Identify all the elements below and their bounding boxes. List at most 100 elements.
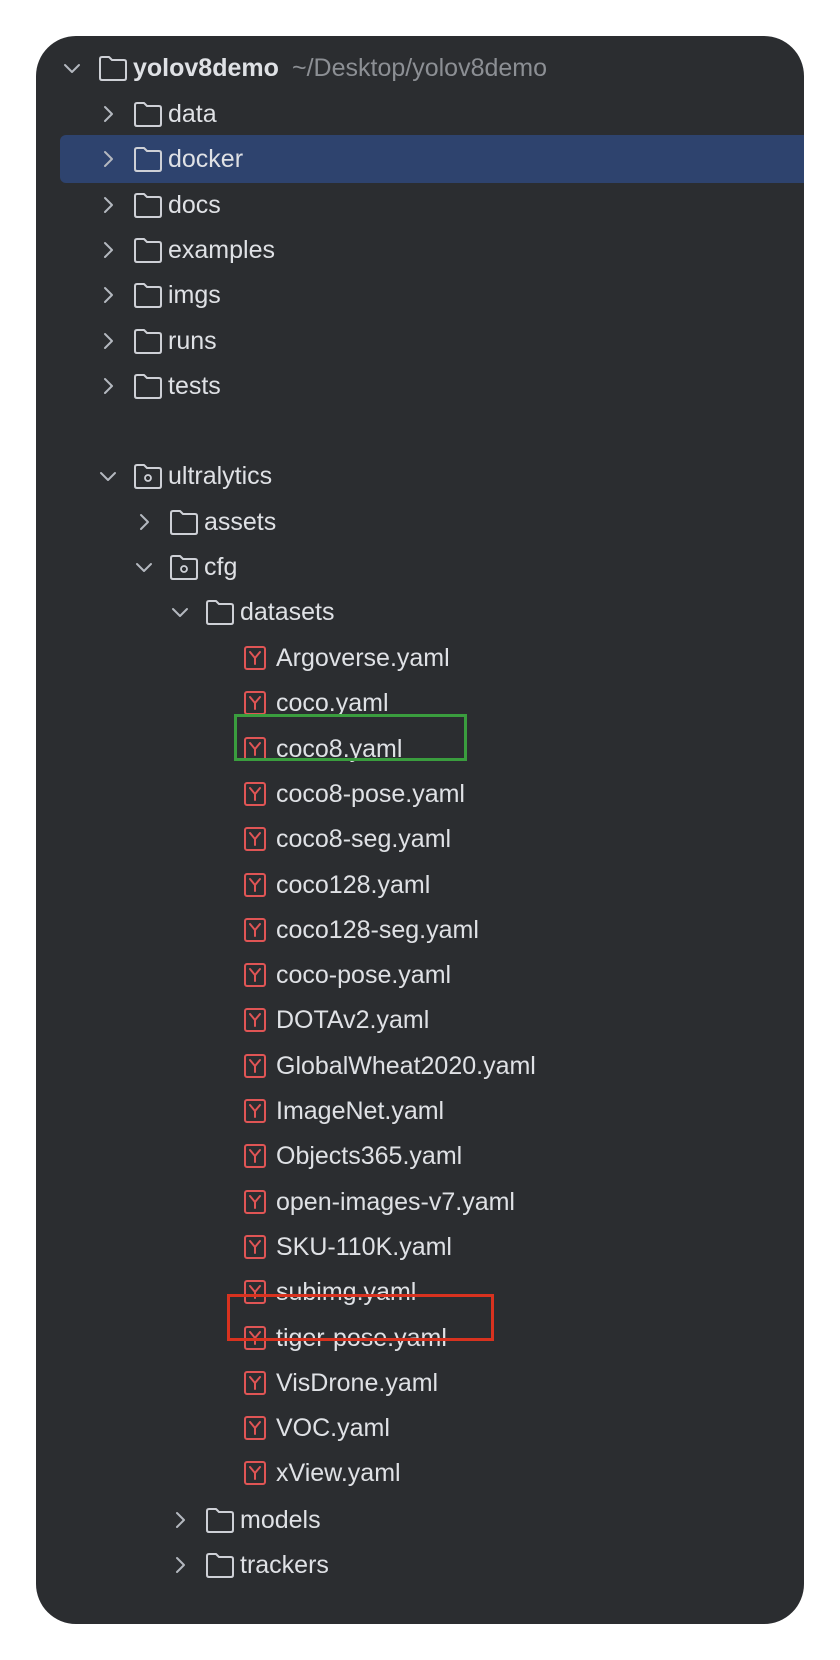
tree-row-file[interactable]: Argoverse.yaml [36, 634, 804, 682]
folder-icon [205, 598, 235, 626]
yaml-file-icon [240, 916, 270, 944]
folder-label-assets: assets [204, 508, 277, 536]
tree-row-ultralytics[interactable]: ultralytics [36, 452, 804, 500]
folder-label-ultralytics: ultralytics [168, 462, 273, 490]
highlight-box-green [234, 714, 467, 761]
folder-icon [133, 236, 163, 264]
file-label: VOC.yaml [276, 1414, 390, 1443]
tree-row-data[interactable]: data [36, 90, 804, 138]
yaml-file-icon [240, 961, 270, 989]
tree-row-models[interactable]: models [36, 1496, 804, 1544]
project-tree-panel: yolov8demo ~/Desktop/yolov8demo data dock… [36, 36, 804, 1624]
file-label: Argoverse.yaml [276, 644, 450, 672]
file-label: coco8-seg.yaml [276, 825, 452, 854]
folder-icon [169, 508, 199, 536]
yaml-file-icon [240, 644, 270, 672]
folder-icon [133, 327, 163, 355]
tree-row-file[interactable]: SKU-110K.yaml [36, 1223, 804, 1271]
yaml-file-icon [240, 1188, 270, 1216]
file-label: open-images-v7.yaml [276, 1187, 515, 1216]
package-folder-icon [133, 462, 163, 490]
file-label: coco128.yaml [276, 870, 431, 899]
file-label: xView.yaml [276, 1459, 401, 1488]
folder-label-cfg: cfg [204, 553, 238, 581]
file-label: DOTAv2.yaml [276, 1006, 430, 1035]
file-label: ImageNet.yaml [276, 1097, 445, 1125]
chevron-right-icon[interactable] [168, 1553, 192, 1577]
tree-row-docs[interactable]: docs [36, 181, 804, 229]
folder-label-datasets: datasets [240, 598, 335, 626]
folder-icon [133, 145, 163, 173]
chevron-down-icon[interactable] [168, 600, 192, 624]
chevron-right-icon[interactable] [96, 238, 120, 262]
yaml-file-icon [240, 1006, 270, 1034]
folder-label-docker: docker [168, 145, 244, 174]
project-path: ~/Desktop/yolov8demo [292, 54, 548, 82]
yaml-file-icon [240, 1233, 270, 1261]
file-label: coco8-pose.yaml [276, 779, 465, 808]
chevron-right-icon[interactable] [96, 283, 120, 307]
tree-row-root[interactable]: yolov8demo ~/Desktop/yolov8demo [36, 44, 804, 92]
tree-row-file[interactable]: open-images-v7.yaml [36, 1178, 804, 1226]
tree-row-tests[interactable]: tests [36, 362, 804, 410]
yaml-file-icon [240, 1097, 270, 1125]
folder-label-tests: tests [168, 371, 221, 400]
file-label: coco128-seg.yaml [276, 915, 479, 944]
folder-label-examples: examples [168, 235, 275, 264]
folder-icon [133, 100, 163, 128]
folder-icon [133, 281, 163, 309]
tree-row-file[interactable]: coco128-seg.yaml [36, 906, 804, 954]
file-label: coco-pose.yaml [276, 961, 452, 990]
yaml-file-icon [240, 780, 270, 808]
tree-row-file[interactable]: coco8-seg.yaml [36, 815, 804, 863]
chevron-right-icon[interactable] [132, 510, 156, 534]
tree-row-trackers[interactable]: trackers [36, 1541, 804, 1589]
folder-label-models: models [240, 1506, 321, 1534]
highlight-box-red [227, 1294, 494, 1341]
tree-row-file[interactable]: ImageNet.yaml [36, 1087, 804, 1135]
tree-row-docker[interactable]: docker [36, 135, 804, 184]
folder-label-imgs: imgs [168, 281, 221, 310]
yaml-file-icon [240, 1142, 270, 1170]
chevron-right-icon[interactable] [96, 102, 120, 126]
folder-label-docs: docs [168, 190, 221, 219]
tree-row-cfg[interactable]: cfg [36, 543, 804, 591]
yaml-file-icon [240, 1414, 270, 1442]
chevron-right-icon[interactable] [96, 147, 120, 171]
folder-icon [133, 372, 163, 400]
folder-label-data: data [168, 100, 217, 128]
chevron-right-icon[interactable] [96, 374, 120, 398]
project-name: yolov8demo [133, 54, 279, 82]
yaml-file-icon [240, 1052, 270, 1080]
tree-row-file[interactable]: xView.yaml [36, 1449, 804, 1497]
tree-row-file[interactable]: VisDrone.yaml [36, 1359, 804, 1407]
yaml-file-icon [240, 871, 270, 899]
yaml-file-icon [240, 1459, 270, 1487]
tree-row-file[interactable]: coco-pose.yaml [36, 951, 804, 999]
tree-row-assets[interactable]: assets [36, 498, 804, 546]
chevron-down-icon[interactable] [60, 56, 84, 80]
chevron-down-icon[interactable] [132, 555, 156, 579]
chevron-right-icon[interactable] [168, 1508, 192, 1532]
file-label: Objects365.yaml [276, 1142, 463, 1171]
tree-row-file[interactable]: GlobalWheat2020.yaml [36, 1042, 804, 1090]
tree-row-file[interactable]: DOTAv2.yaml [36, 996, 804, 1044]
tree-row-file[interactable]: coco8-pose.yaml [36, 770, 804, 818]
tree-row-runs[interactable]: runs [36, 317, 804, 365]
folder-icon [133, 191, 163, 219]
tree-row-file[interactable]: coco128.yaml [36, 861, 804, 909]
folder-label-runs: runs [168, 326, 217, 355]
tree-row-datasets[interactable]: datasets [36, 588, 804, 636]
folder-icon [205, 1551, 235, 1579]
tree-row-examples[interactable]: examples [36, 226, 804, 274]
tree-row-file[interactable]: Objects365.yaml [36, 1132, 804, 1180]
chevron-right-icon[interactable] [96, 329, 120, 353]
chevron-down-icon[interactable] [96, 464, 120, 488]
tree-row-imgs[interactable]: imgs [36, 271, 804, 319]
folder-icon [98, 54, 128, 82]
yaml-file-icon [240, 825, 270, 853]
tree-row-file[interactable]: VOC.yaml [36, 1404, 804, 1452]
chevron-right-icon[interactable] [96, 193, 120, 217]
folder-icon [205, 1506, 235, 1534]
yaml-file-icon [240, 1369, 270, 1397]
